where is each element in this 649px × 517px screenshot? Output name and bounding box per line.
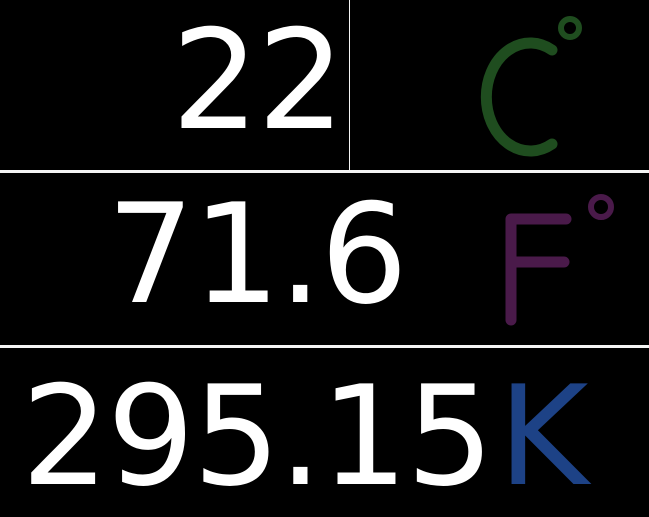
kelvin-unit-label: K	[498, 356, 589, 517]
degree-celsius-icon	[480, 16, 582, 157]
celsius-unit-divider	[349, 0, 350, 170]
fahrenheit-value[interactable]: 71.6	[107, 186, 408, 324]
degree-fahrenheit-icon	[505, 194, 614, 326]
kelvin-value[interactable]: 295.15	[21, 368, 494, 506]
celsius-value[interactable]: 22	[171, 12, 345, 150]
